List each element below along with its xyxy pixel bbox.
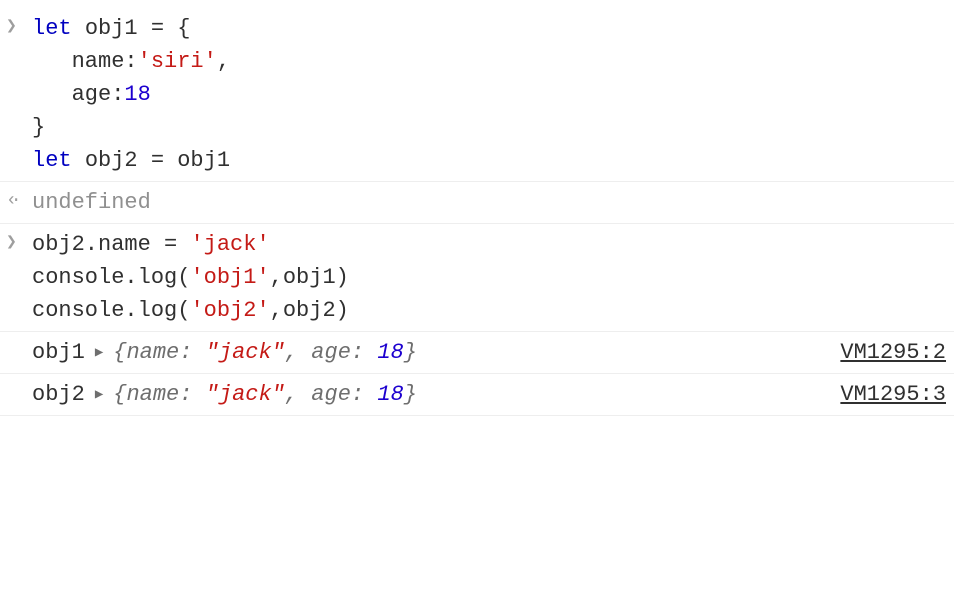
log-content: obj2 ▶ {name: "jack", age: 18}: [32, 378, 417, 411]
string-literal: 'obj2': [190, 298, 269, 323]
log-label: obj1: [32, 336, 85, 369]
keyword-let: let: [32, 148, 72, 173]
string-literal: 'jack': [190, 232, 269, 257]
input-prompt-icon: [6, 230, 17, 257]
console-input-1[interactable]: let obj1 = { name:'siri', age:18 } let o…: [0, 8, 954, 182]
source-link[interactable]: VM1295:3: [840, 378, 946, 411]
input-prompt-icon: [6, 14, 17, 41]
object-preview[interactable]: {name: "jack", age: 18}: [113, 378, 417, 411]
object-preview[interactable]: {name: "jack", age: 18}: [113, 336, 417, 369]
expand-icon[interactable]: ▶: [95, 385, 103, 406]
console-output-undefined: undefined: [0, 182, 954, 224]
console-log-row: obj1 ▶ {name: "jack", age: 18} VM1295:2: [0, 332, 954, 374]
log-content: obj1 ▶ {name: "jack", age: 18}: [32, 336, 417, 369]
variable-obj1: obj1: [85, 16, 138, 41]
expand-icon[interactable]: ▶: [95, 343, 103, 364]
console-log-row: obj2 ▶ {name: "jack", age: 18} VM1295:3: [0, 374, 954, 416]
code-block: obj2.name = 'jack' console.log('obj1',ob…: [32, 228, 946, 327]
source-link[interactable]: VM1295:2: [840, 336, 946, 369]
console-input-2[interactable]: obj2.name = 'jack' console.log('obj1',ob…: [0, 224, 954, 332]
code-block: let obj1 = { name:'siri', age:18 } let o…: [32, 12, 946, 177]
number-literal: 18: [124, 82, 150, 107]
string-literal: 'obj1': [190, 265, 269, 290]
variable-obj2: obj2: [85, 148, 138, 173]
output-indicator-icon: [6, 188, 22, 215]
keyword-let: let: [32, 16, 72, 41]
string-literal: 'siri': [138, 49, 217, 74]
output-value: undefined: [32, 190, 151, 215]
log-label: obj2: [32, 378, 85, 411]
